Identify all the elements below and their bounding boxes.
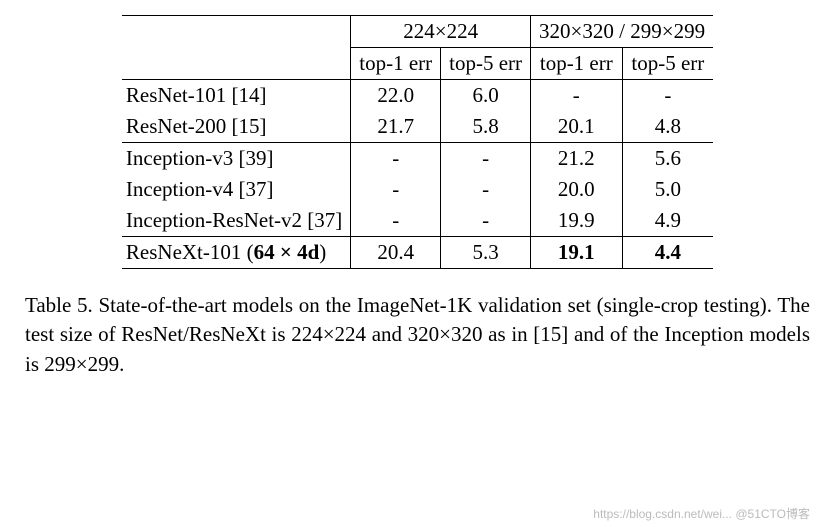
- cell-top1-b: -: [531, 80, 623, 112]
- cell-top1-a: -: [351, 143, 441, 175]
- cell-top1-a: -: [351, 174, 441, 205]
- table-row: Inception-v4 [37] - - 20.0 5.0: [122, 174, 713, 205]
- cell-top1-b: 19.1: [531, 237, 623, 269]
- cell-top1-b: 21.2: [531, 143, 623, 175]
- cell-top1-a: 22.0: [351, 80, 441, 112]
- model-name: Inception-v4 [37]: [122, 174, 351, 205]
- cell-top5-a: -: [441, 205, 531, 237]
- cell-top1-b: 20.0: [531, 174, 623, 205]
- model-name: Inception-ResNet-v2 [37]: [122, 205, 351, 237]
- cell-top1-b: 20.1: [531, 111, 623, 143]
- col-top1-a: top-1 err: [351, 48, 441, 80]
- table-row: Inception-v3 [39] - - 21.2 5.6: [122, 143, 713, 175]
- cell-top5-b: 5.6: [622, 143, 713, 175]
- cell-top1-b: 19.9: [531, 205, 623, 237]
- cell-top5-b: 4.4: [622, 237, 713, 269]
- col-top1-b: top-1 err: [531, 48, 623, 80]
- header-row-sub: top-1 err top-5 err top-1 err top-5 err: [122, 48, 713, 80]
- cell-top5-b: 4.9: [622, 205, 713, 237]
- cell-top1-a: -: [351, 205, 441, 237]
- col-top5-b: top-5 err: [622, 48, 713, 80]
- col-top5-a: top-5 err: [441, 48, 531, 80]
- cell-top5-a: -: [441, 143, 531, 175]
- model-name: Inception-v3 [39]: [122, 143, 351, 175]
- cell-top5-a: 5.3: [441, 237, 531, 269]
- table-caption: Table 5. State-of-the-art models on the …: [25, 291, 810, 379]
- watermark-text: https://blog.csdn.net/wei... @51CTO博客: [593, 505, 810, 522]
- col-group-320: 320×320 / 299×299: [531, 16, 714, 48]
- header-row-groups: 224×224 320×320 / 299×299: [122, 16, 713, 48]
- table-row: ResNet-101 [14] 22.0 6.0 - -: [122, 80, 713, 112]
- model-name: ResNeXt-101 (64 × 4d): [122, 237, 351, 269]
- results-table: 224×224 320×320 / 299×299 top-1 err top-…: [122, 15, 713, 269]
- col-group-224: 224×224: [351, 16, 531, 48]
- cell-top5-a: 6.0: [441, 80, 531, 112]
- cell-top5-b: -: [622, 80, 713, 112]
- cell-top5-a: -: [441, 174, 531, 205]
- cell-top1-a: 20.4: [351, 237, 441, 269]
- table-row: Inception-ResNet-v2 [37] - - 19.9 4.9: [122, 205, 713, 237]
- cell-top1-a: 21.7: [351, 111, 441, 143]
- table-row: ResNeXt-101 (64 × 4d) 20.4 5.3 19.1 4.4: [122, 237, 713, 269]
- cell-top5-b: 4.8: [622, 111, 713, 143]
- cell-top5-a: 5.8: [441, 111, 531, 143]
- model-name: ResNet-200 [15]: [122, 111, 351, 143]
- table-row: ResNet-200 [15] 21.7 5.8 20.1 4.8: [122, 111, 713, 143]
- model-name: ResNet-101 [14]: [122, 80, 351, 112]
- cell-top5-b: 5.0: [622, 174, 713, 205]
